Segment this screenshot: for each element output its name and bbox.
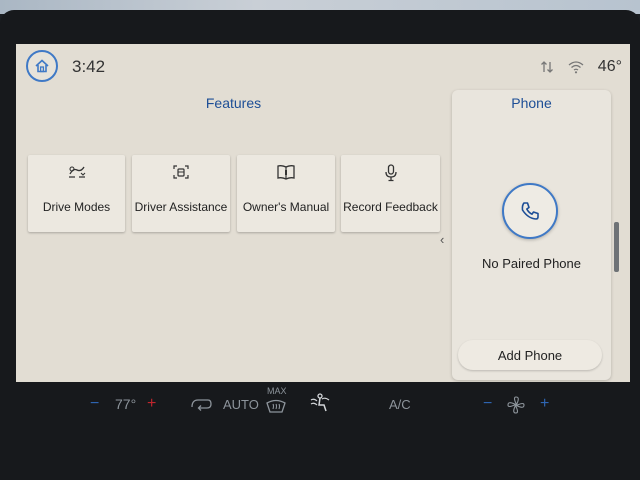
tile-label: Driver Assistance bbox=[134, 200, 228, 214]
clock: 3:42 bbox=[72, 57, 106, 76]
driver-temp-down-button[interactable]: − bbox=[90, 395, 99, 413]
book-icon bbox=[277, 165, 295, 180]
home-icon bbox=[35, 59, 49, 73]
collapse-panel-arrow[interactable]: ‹ bbox=[440, 232, 444, 247]
tile-label: Record Feedback bbox=[343, 200, 438, 214]
no-paired-phone-text: No Paired Phone bbox=[481, 256, 581, 271]
driver-temp-up-button[interactable]: + bbox=[147, 395, 156, 413]
recirculation-icon[interactable] bbox=[190, 397, 212, 411]
tile-driver-assistance[interactable]: Driver Assistance bbox=[132, 155, 230, 232]
screen-edge-handle bbox=[614, 222, 619, 272]
ac-button[interactable]: A/C bbox=[389, 397, 411, 412]
features-title: Features bbox=[205, 95, 262, 111]
fan-icon bbox=[507, 396, 525, 414]
tile-label: Drive Modes bbox=[42, 200, 111, 214]
microphone-icon bbox=[384, 164, 397, 182]
home-button[interactable] bbox=[26, 50, 58, 82]
touch-screen: 3:42 46° Features Drive Modes Driver Ass… bbox=[16, 44, 630, 382]
climate-controls: − 77° + AUTO MAX A/C − + bbox=[0, 384, 640, 434]
phone-call-button[interactable] bbox=[502, 183, 558, 239]
tile-record-feedback[interactable]: Record Feedback bbox=[341, 155, 440, 232]
phone-title: Phone bbox=[511, 95, 552, 111]
data-arrows-icon bbox=[540, 61, 553, 73]
drive-modes-icon bbox=[68, 166, 85, 178]
driver-assistance-icon bbox=[173, 165, 189, 179]
wifi-icon bbox=[568, 61, 584, 74]
outside-temperature: 46° bbox=[597, 58, 622, 75]
add-phone-button[interactable]: Add Phone bbox=[458, 340, 602, 370]
driver-temperature: 77° bbox=[115, 396, 137, 412]
max-label: MAX bbox=[267, 386, 287, 396]
tile-label: Owner's Manual bbox=[242, 200, 330, 214]
phone-panel: Phone No Paired Phone Add Phone bbox=[452, 90, 611, 380]
auto-button[interactable]: AUTO bbox=[223, 397, 259, 412]
fan-down-button[interactable]: − bbox=[483, 395, 492, 413]
phone-icon bbox=[521, 202, 539, 220]
status-icons: 46° bbox=[540, 58, 622, 76]
tile-owners-manual[interactable]: Owner's Manual bbox=[237, 155, 335, 232]
tile-drive-modes[interactable]: Drive Modes bbox=[28, 155, 125, 232]
airflow-icon[interactable] bbox=[309, 392, 331, 414]
fan-up-button[interactable]: + bbox=[540, 395, 549, 413]
max-defrost-icon[interactable] bbox=[266, 398, 286, 414]
